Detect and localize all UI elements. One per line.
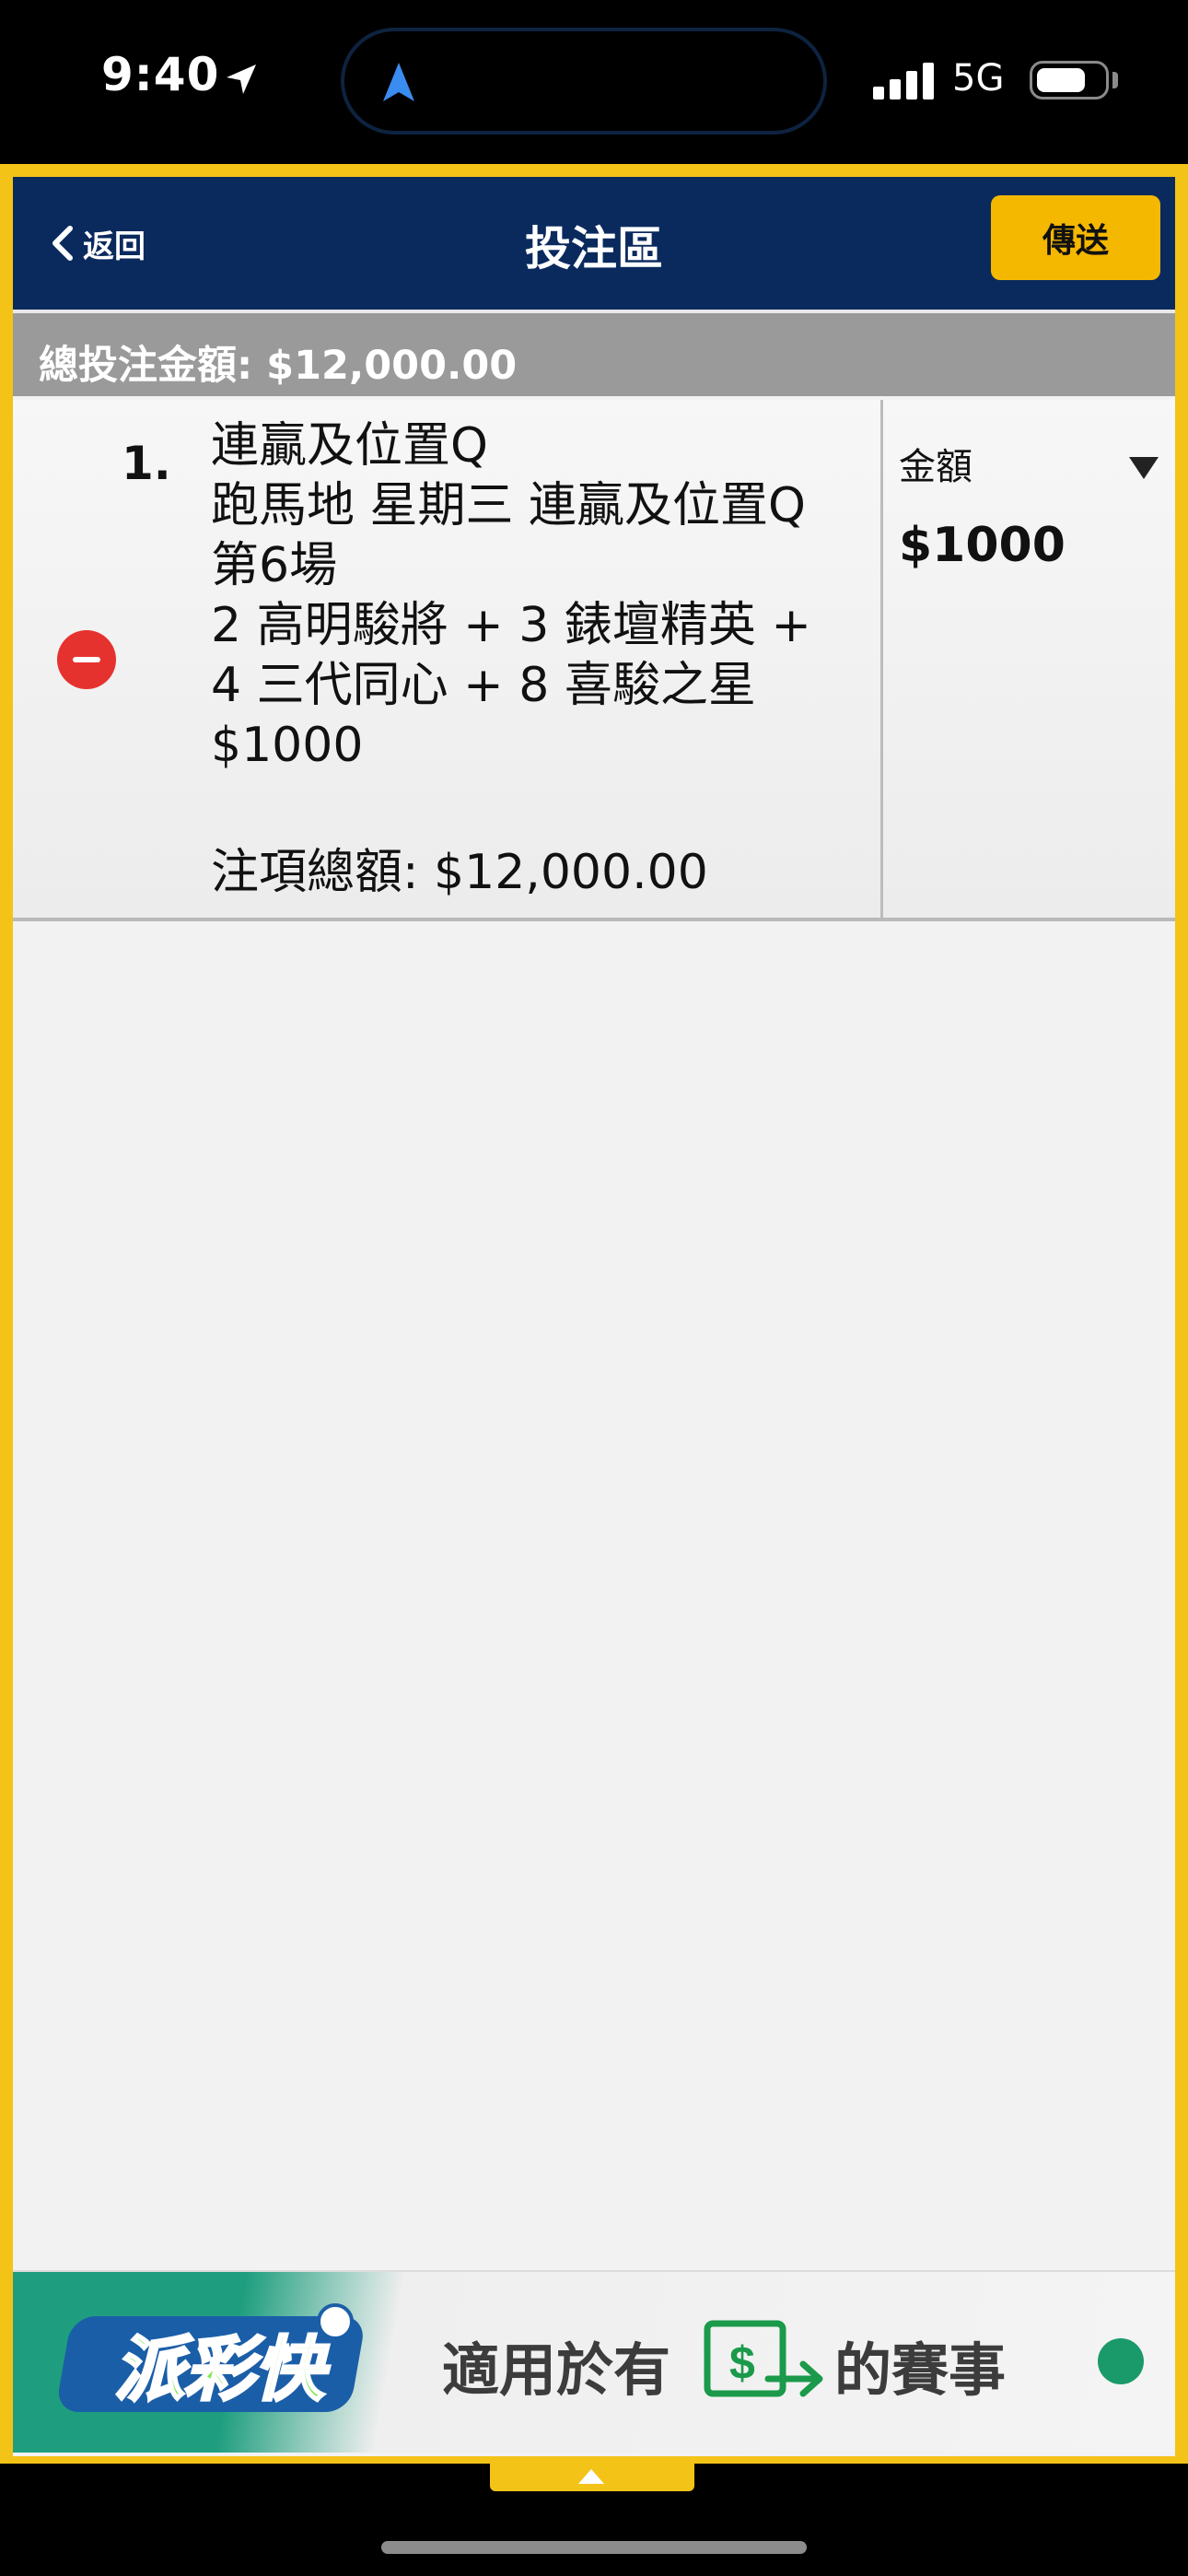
signal-icon: [873, 63, 934, 100]
promo-logo-text: 派彩快: [114, 2331, 331, 2409]
banner-suffix: 的賽事: [834, 2336, 1007, 2404]
bet-number: 1.: [122, 437, 171, 490]
network-type: 5G: [952, 57, 1005, 100]
home-indicator[interactable]: [381, 2541, 807, 2554]
expand-tab[interactable]: [490, 2464, 694, 2491]
header: 返回 投注區 傳送: [13, 177, 1175, 310]
bet-total: 注項總額: $12,000.00: [211, 845, 708, 900]
app-frame: 返回 投注區 傳送 總投注金額: $12,000.00 1. 連贏及位置Q 跑馬…: [0, 164, 1188, 2464]
bet-selection-1: 2 高明駿將 + 3 錶壇精英 +: [211, 598, 811, 653]
bet-selection-2: 4 三代同心 + 8 喜駿之星: [211, 658, 756, 713]
dynamic-island: [341, 28, 827, 135]
send-button[interactable]: 傳送: [991, 195, 1160, 280]
navigation-icon: [383, 63, 414, 101]
bet-venue: 跑馬地 星期三 連贏及位置Q: [211, 478, 806, 533]
caret-down-icon[interactable]: [1129, 457, 1159, 479]
location-arrow-icon: [227, 64, 256, 94]
battery-icon: [1030, 61, 1109, 100]
bet-details: 連贏及位置Q 跑馬地 星期三 連贏及位置Q 第6場 2 高明駿將 + 3 錶壇精…: [211, 416, 874, 776]
arrow-up-icon: [578, 2469, 604, 2484]
column-divider: [880, 400, 883, 918]
betting-panel: 返回 投注區 傳送 總投注金額: $12,000.00 1. 連贏及位置Q 跑馬…: [13, 177, 1175, 2456]
status-time: 9:40: [101, 48, 220, 101]
amount-selector[interactable]: $1000: [899, 518, 1066, 573]
bet-item: 1. 連贏及位置Q 跑馬地 星期三 連贏及位置Q 第6場 2 高明駿將 + 3 …: [13, 400, 1175, 921]
dollar-transfer-icon: $: [704, 2320, 823, 2397]
status-bar: 9:40 5G: [0, 0, 1188, 161]
bet-race: 第6場: [211, 538, 338, 593]
remove-bet-button[interactable]: [57, 630, 116, 689]
banner-dot: [1098, 2338, 1144, 2384]
total-bet-bar: 總投注金額: $12,000.00: [13, 313, 1175, 396]
svg-text:$: $: [729, 2337, 755, 2389]
total-bet-amount: 總投注金額: $12,000.00: [39, 343, 518, 389]
bet-type: 連贏及位置Q: [211, 418, 488, 474]
bet-unit-amount: $1000: [211, 718, 364, 773]
promo-banner[interactable]: 派彩快 適用於有 $ 的賽事: [13, 2270, 1175, 2453]
promo-logo: 派彩快: [59, 2303, 363, 2412]
banner-text: 適用於有: [442, 2336, 671, 2404]
amount-label: 金額: [899, 446, 973, 488]
battery-nub: [1112, 72, 1118, 88]
